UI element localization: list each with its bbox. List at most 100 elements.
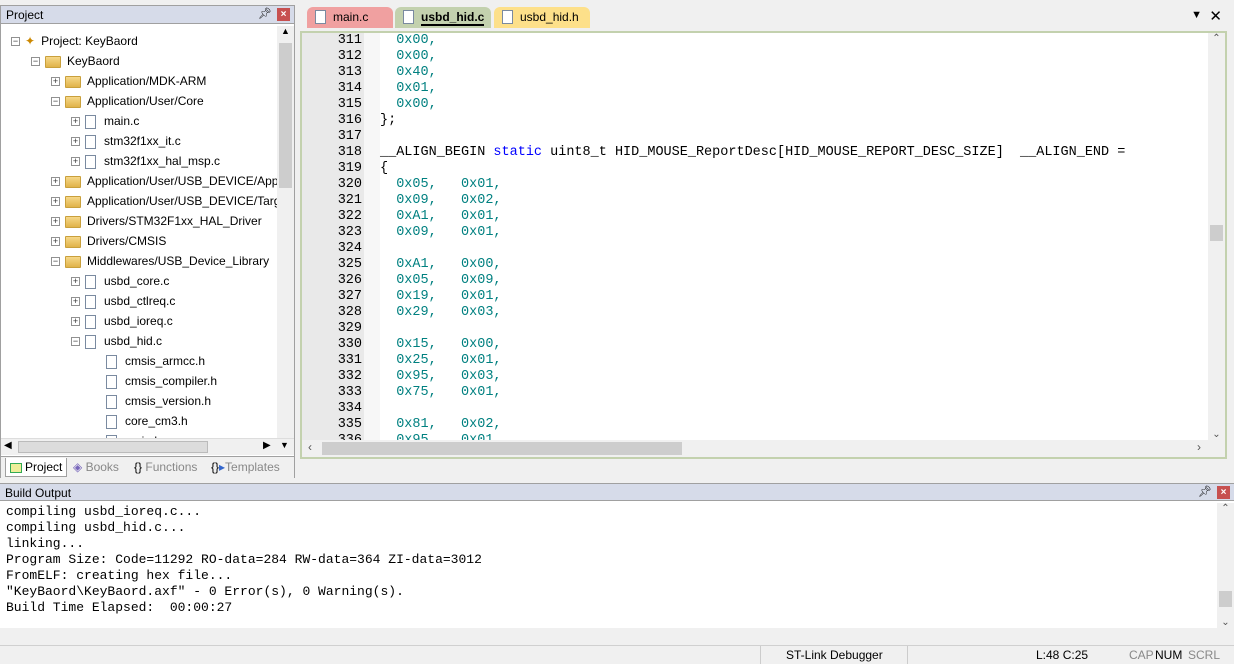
collapse-icon[interactable]: − [51,97,60,107]
line-number: 325 [337,257,362,272]
expand-icon[interactable]: + [71,157,80,167]
tree-horizontal-scrollbar[interactable]: ◀ ▶ ▼ [1,438,294,455]
tree-item[interactable]: cmsis_version.h [106,391,211,411]
tree-item[interactable]: + Application/MDK-ARM [51,71,206,91]
expand-icon[interactable]: + [51,217,60,227]
tree-item[interactable]: + Drivers/STM32F1xx_HAL_Driver [51,211,262,231]
code-text: 0x15, 0x00, [380,337,502,352]
line-number: 335 [337,417,362,432]
tree-item[interactable]: cmsis_armcc.h [106,351,205,371]
line-number: 330 [337,337,362,352]
tree-item[interactable]: + stm32f1xx_it.c [71,131,181,151]
build-output-line: Program Size: Code=11292 RO-data=284 RW-… [6,552,482,567]
templates-icon: {}▸ [211,460,226,474]
expand-icon[interactable]: + [71,277,80,287]
code-line: 0x05, 0x01, [380,177,501,193]
tree-item[interactable]: + usbd_ioreq.c [71,311,173,331]
tree-item[interactable]: + Application/User/USB_DEVICE/App [51,171,277,191]
tab-project[interactable]: Project [5,458,68,477]
tab-functions[interactable]: {} Functions [134,458,197,477]
expand-icon[interactable]: + [51,77,60,87]
collapse-icon[interactable]: − [51,257,60,267]
project-tree: − ✦ Project: KeyBaord − KeyBaord + Application… [1,26,277,438]
tree-item[interactable]: + Application/User/USB_DEVICE/Target [51,191,277,211]
tree-vertical-scrollbar[interactable]: ▲ [277,26,294,438]
tree-item[interactable]: − ✦ Project: KeyBaord [11,31,138,51]
build-output-line: compiling usbd_hid.c... [6,520,186,535]
code-text: { [380,161,389,176]
file-icon [85,274,96,289]
tree-item[interactable]: main.h [106,431,161,438]
code-line: 0x15, 0x00, [380,337,502,353]
tree-item[interactable]: core_cm3.h [106,411,188,431]
expand-icon[interactable]: + [51,197,60,207]
build-horizontal-scrollbar[interactable] [0,628,1234,645]
tree-item[interactable]: + main.c [71,111,139,131]
expand-icon[interactable]: + [71,137,80,147]
expand-icon[interactable]: + [71,317,80,327]
close-icon[interactable]: × [1217,486,1230,499]
tab-label: usbd_hid.h [520,10,579,24]
code-line: 0x09, 0x01, [380,225,502,241]
file-icon [403,10,414,24]
collapse-icon[interactable]: − [31,57,40,67]
tab-books[interactable]: ◈ Books [73,458,119,477]
tab-usbd_hid-c[interactable]: usbd_hid.c [395,7,491,28]
code-line: }; [380,113,396,129]
file-icon [85,154,96,169]
tab-usbd_hid-h[interactable]: usbd_hid.h [494,7,590,28]
line-number: 323 [337,225,362,240]
editor-vertical-scrollbar[interactable]: ⌃ ⌄ [1208,33,1225,457]
code-line: 0x29, 0x03, [380,305,501,321]
code-line: 0x75, 0x01, [380,385,502,401]
expand-icon[interactable]: + [71,117,80,127]
code-text: 0x00, [380,33,437,48]
expand-icon[interactable]: + [51,177,60,187]
scroll-lock-indicator: SCRL [1188,648,1221,662]
close-icon[interactable]: × [277,8,290,21]
expand-icon[interactable]: + [71,297,80,307]
line-number: 327 [337,289,362,304]
pin-icon[interactable]: 📌︎ [1198,485,1212,498]
code-text: 0x09, 0x02, [380,193,502,208]
code-line: 0x81, 0x02, [380,417,501,433]
build-output-line: FromELF: creating hex file... [6,568,233,583]
tree-item[interactable]: cmsis_compiler.h [106,371,217,391]
collapse-icon[interactable]: − [11,37,20,47]
tree-item[interactable]: − usbd_hid.c [71,331,162,351]
code-line: 0x95, 0x03, [380,369,501,385]
tab-list-dropdown-icon[interactable]: ▼ [1191,9,1202,21]
tree-item-label: Application/User/USB_DEVICE/Target [87,194,277,208]
tree-item-label: Application/User/USB_DEVICE/App [87,174,277,188]
tree-item[interactable]: + Drivers/CMSIS [51,231,166,251]
code-text: 0x75, 0x01, [380,385,502,400]
line-number: 319 [337,161,362,176]
fold-gutter [364,33,380,457]
pin-icon[interactable]: 📌︎ [258,7,272,20]
line-number: 326 [337,273,362,288]
tree-item[interactable]: + usbd_ctlreq.c [71,291,175,311]
tree-item[interactable]: + usbd_core.c [71,271,169,291]
tree-item-label: cmsis_version.h [125,394,212,408]
expand-icon[interactable]: + [51,237,60,247]
tab-main-c[interactable]: main.c [307,7,393,28]
panel-title: Project [6,8,44,22]
code-text: 0x09, 0x01, [380,225,502,240]
code-line: 0x40, [380,65,437,81]
collapse-icon[interactable]: − [71,337,80,347]
close-file-icon[interactable]: ✕ [1209,7,1222,25]
tree-item[interactable]: − Application/User/Core [51,91,204,111]
tree-item[interactable]: + stm32f1xx_hal_msp.c [71,151,220,171]
tree-item[interactable]: − KeyBaord [31,51,120,71]
tab-templates[interactable]: {}▸Templates [211,458,280,477]
tree-item[interactable]: − Middlewares/USB_Device_Library [51,251,269,271]
line-number: 318 [337,145,362,160]
file-icon [106,394,117,409]
num-lock-indicator: NUM [1155,648,1183,662]
code-text: 0x01, [380,81,437,96]
code-text: 0x05, 0x09, [380,273,502,288]
code-editor[interactable]: 311 0x00, 312 0x00, 313 0x40, 314 0x01, 315 … [300,31,1227,459]
build-vertical-scrollbar[interactable]: ⌃ ⌄ [1217,503,1234,628]
editor-horizontal-scrollbar[interactable]: ‹ › [302,440,1225,457]
tab-label: Books [85,460,119,474]
